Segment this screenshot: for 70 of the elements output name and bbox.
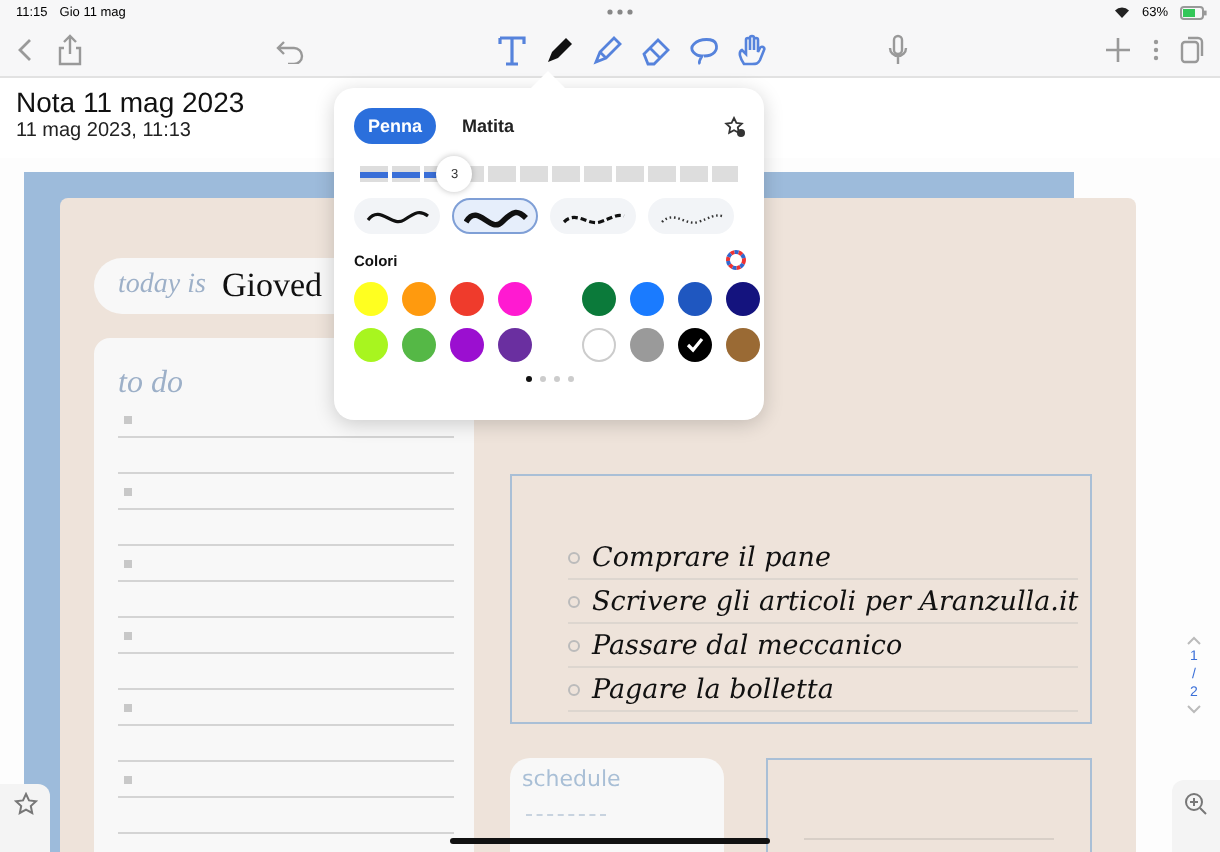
todo-heading: to do	[118, 366, 185, 402]
star-icon	[13, 792, 37, 816]
stroke-sample-icon	[463, 204, 527, 228]
note-title: Nota 11 mag 2023	[16, 86, 245, 118]
handwritten-item: Passare dal meccanico	[592, 629, 903, 661]
more-icon[interactable]	[1152, 36, 1160, 64]
battery-icon	[1180, 5, 1208, 19]
schedule-heading: schedule	[522, 766, 623, 792]
list-bullet	[568, 551, 580, 563]
color-swatch[interactable]	[354, 282, 388, 316]
handwritten-item: Pagare la bolletta	[592, 673, 834, 705]
pages-icon[interactable]	[1180, 36, 1204, 64]
list-bullet	[568, 595, 580, 607]
chevron-up-icon[interactable]	[1186, 636, 1202, 646]
stroke-style-button[interactable]	[354, 198, 440, 234]
todo-bullet	[124, 415, 132, 423]
color-swatch[interactable]	[726, 328, 760, 362]
color-swatch[interactable]	[630, 328, 664, 362]
wifi-icon	[1113, 6, 1130, 18]
color-swatch[interactable]	[450, 282, 484, 316]
microphone-icon[interactable]	[888, 34, 908, 66]
color-swatch[interactable]	[582, 328, 616, 362]
todo-bullet	[124, 775, 132, 783]
color-swatch[interactable]	[582, 282, 616, 316]
zoom-in-icon	[1184, 792, 1208, 816]
pen-type-tab[interactable]: Penna	[354, 108, 437, 144]
color-swatch[interactable]	[354, 328, 388, 362]
todo-bullet	[124, 559, 132, 567]
handwritten-item: Comprare il pane	[592, 541, 831, 573]
multitask-dots-icon[interactable]	[605, 8, 634, 16]
favorite-settings-icon[interactable]	[724, 115, 746, 137]
share-icon[interactable]	[56, 34, 84, 66]
stroke-style-button[interactable]	[550, 198, 636, 234]
favorite-button[interactable]	[0, 784, 50, 852]
chevron-down-icon[interactable]	[1186, 704, 1202, 714]
page-dot[interactable]	[554, 376, 560, 382]
page-dot[interactable]	[526, 376, 532, 382]
list-bullet	[568, 683, 580, 695]
color-wheel-icon[interactable]	[726, 250, 746, 270]
color-swatch[interactable]	[678, 328, 712, 362]
todo-bullet	[124, 703, 132, 711]
pen-type-tab[interactable]: Matita	[448, 108, 529, 144]
hand-icon[interactable]	[734, 32, 770, 68]
color-swatch[interactable]	[450, 328, 484, 362]
stroke-style-button[interactable]	[452, 198, 538, 234]
color-swatch[interactable]	[402, 282, 436, 316]
undo-icon[interactable]	[276, 36, 304, 64]
color-swatch[interactable]	[498, 282, 532, 316]
checkmark-icon	[686, 336, 704, 354]
highlighter-icon[interactable]	[590, 32, 626, 68]
back-icon[interactable]	[16, 36, 36, 64]
todo-bullet	[124, 631, 132, 639]
color-swatch[interactable]	[726, 282, 760, 316]
today-label: today is	[118, 270, 206, 302]
text-tool-icon[interactable]	[494, 32, 530, 68]
note-date: 11 mag 2023, 11:13	[16, 120, 191, 142]
add-icon[interactable]	[1104, 36, 1132, 64]
color-swatch[interactable]	[678, 282, 712, 316]
color-swatch[interactable]	[498, 328, 532, 362]
todo-bullet	[124, 487, 132, 495]
pen-icon[interactable]	[542, 32, 578, 68]
page-dot[interactable]	[568, 376, 574, 382]
page-dot[interactable]	[540, 376, 546, 382]
handwritten-item: Scrivere gli articoli per Aranzulla.it	[592, 585, 1079, 617]
color-swatch[interactable]	[402, 328, 436, 362]
list-bullet	[568, 639, 580, 651]
handwritten-day: Gioved	[221, 266, 322, 306]
color-swatch[interactable]	[630, 282, 664, 316]
zoom-button[interactable]	[1172, 780, 1220, 852]
lasso-icon[interactable]	[686, 32, 722, 68]
